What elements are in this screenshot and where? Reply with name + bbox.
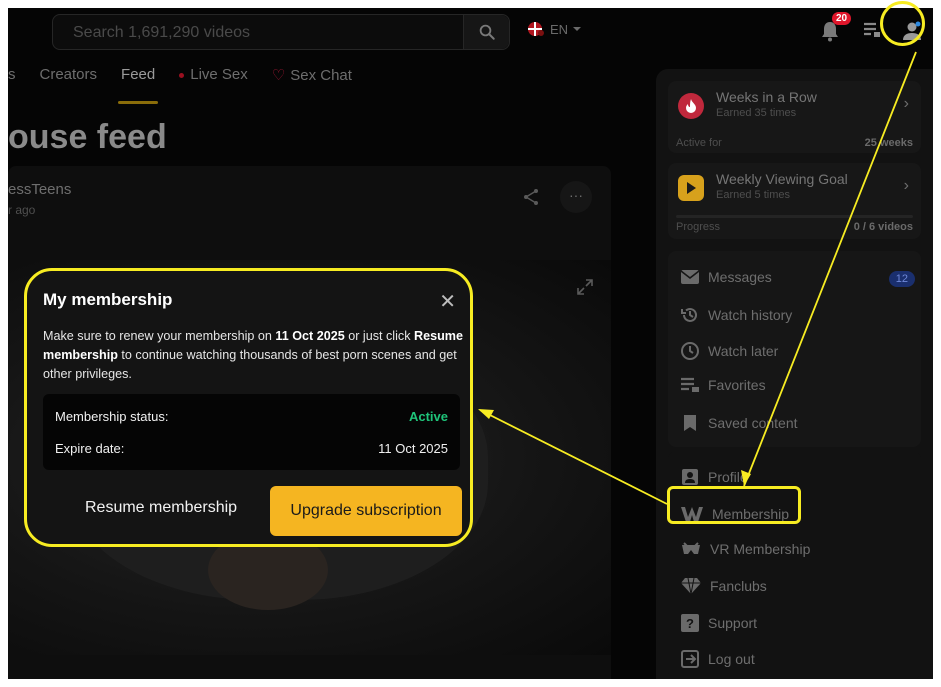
menu-label: Profile [708, 469, 748, 485]
status-label: Membership status: [55, 409, 169, 424]
close-icon[interactable]: ✕ [439, 289, 456, 314]
menu-item-watch-history[interactable]: Watch history [680, 305, 792, 325]
search-input[interactable] [73, 23, 453, 43]
menu-label: Watch history [708, 307, 793, 323]
menu-label: Support [708, 615, 758, 631]
chevron-down-icon [573, 27, 582, 31]
card-subtitle: Earned 35 times [716, 107, 797, 119]
card-subtitle: Earned 5 times [716, 189, 790, 201]
playlist-icon [681, 377, 699, 392]
clock-icon [681, 342, 699, 360]
menu-label: Saved content [708, 415, 798, 431]
text-part: or just click [344, 329, 414, 343]
tab-truncated[interactable]: s [8, 66, 16, 96]
category-nav: s Creators Feed Live Sex ♡ Sex Chat [8, 66, 352, 104]
menu-label: Watch later [708, 343, 779, 359]
menu-item-log-out[interactable]: Log out [680, 649, 755, 669]
menu-item-saved-content[interactable]: Saved content [680, 413, 798, 433]
card-foot-label: Progress [676, 221, 721, 233]
messages-count-badge: 12 [888, 271, 915, 287]
support-icon: ? [681, 614, 699, 632]
menu-item-watch-later[interactable]: Watch later [680, 341, 778, 361]
live-dot-icon [179, 72, 185, 78]
mail-icon [680, 270, 700, 284]
menu-item-support[interactable]: ? Support [680, 613, 757, 633]
expand-icon[interactable] [576, 278, 594, 296]
post-author-name[interactable]: essTeens [8, 181, 71, 198]
tab-feed[interactable]: Feed [118, 66, 159, 104]
achievement-card-weeks[interactable]: Weeks in a Row Earned 35 times › Active … [668, 81, 921, 153]
expire-label: Expire date: [55, 441, 125, 456]
tab-live-sex-label: Live Sex [190, 66, 248, 83]
menu-item-favorites[interactable]: Favorites [680, 377, 766, 393]
chevron-right-icon: › [903, 177, 909, 194]
renew-date: 11 Oct 2025 [275, 329, 345, 343]
menu-label: Log out [708, 651, 755, 667]
post-timestamp: r ago [8, 203, 36, 217]
menu-label: Fanclubs [710, 578, 767, 594]
language-label: EN [550, 21, 569, 37]
card-title: Weekly Viewing Goal [716, 171, 848, 187]
membership-modal: My membership ✕ Make sure to renew your … [24, 268, 473, 547]
menu-label: VR Membership [710, 541, 811, 557]
menu-item-profile[interactable]: Profile [680, 467, 748, 487]
highlight-circle-user-icon [880, 1, 925, 46]
modal-description: Make sure to renew your membership on 11… [43, 327, 463, 384]
search-button[interactable] [463, 15, 509, 49]
vr-icon [682, 542, 700, 554]
menu-item-vr-membership[interactable]: VR Membership [680, 541, 810, 557]
membership-status-box: Membership status: Active Expire date: 1… [43, 394, 460, 470]
playlist-icon[interactable] [863, 22, 881, 38]
flag-icon [528, 22, 544, 36]
text-part: Make sure to renew your membership on [43, 329, 276, 343]
tab-sex-chat[interactable]: ♡ Sex Chat [272, 66, 352, 96]
status-value: Active [408, 409, 448, 424]
account-sidebar: Weeks in a Row Earned 35 times › Active … [656, 69, 933, 679]
menu-item-messages[interactable]: Messages [680, 269, 772, 285]
menu-label: Favorites [708, 377, 766, 393]
bookmark-icon [684, 415, 696, 431]
language-selector[interactable]: EN [526, 20, 582, 38]
card-foot-value: 25 weeks [864, 137, 913, 149]
upgrade-subscription-button[interactable]: Upgrade subscription [270, 486, 462, 536]
progress-bar [676, 215, 913, 218]
history-icon [681, 307, 697, 322]
search-icon [479, 24, 495, 40]
resume-membership-button[interactable]: Resume membership [85, 499, 237, 517]
notification-count-badge: 20 [832, 12, 852, 25]
share-icon[interactable] [522, 188, 540, 206]
play-badge-icon [678, 175, 704, 201]
tab-live-sex[interactable]: Live Sex [179, 66, 248, 96]
more-options-button[interactable]: ··· [560, 181, 592, 213]
tab-sex-chat-label: Sex Chat [290, 67, 352, 84]
achievement-card-viewing-goal[interactable]: Weekly Viewing Goal Earned 5 times › Pro… [668, 163, 921, 239]
card-foot-label: Active for [676, 137, 722, 149]
chevron-right-icon: › [903, 95, 909, 112]
chat-heart-icon: ♡ [271, 67, 286, 84]
tab-creators[interactable]: Creators [40, 66, 98, 96]
diamond-icon [681, 577, 701, 595]
search-bar [52, 14, 510, 50]
svg-text:?: ? [686, 616, 694, 631]
page-title: ouse feed [8, 118, 167, 156]
expire-value: 11 Oct 2025 [378, 441, 448, 456]
modal-title: My membership [43, 290, 173, 309]
flame-badge-icon [678, 93, 704, 119]
highlight-box-membership [667, 486, 801, 524]
profile-icon [682, 469, 698, 485]
logout-icon [681, 650, 699, 668]
card-title: Weeks in a Row [716, 89, 817, 105]
menu-item-fanclubs[interactable]: Fanclubs [680, 577, 767, 595]
card-foot-value: 0 / 6 videos [853, 221, 913, 233]
menu-label: Messages [708, 269, 772, 285]
